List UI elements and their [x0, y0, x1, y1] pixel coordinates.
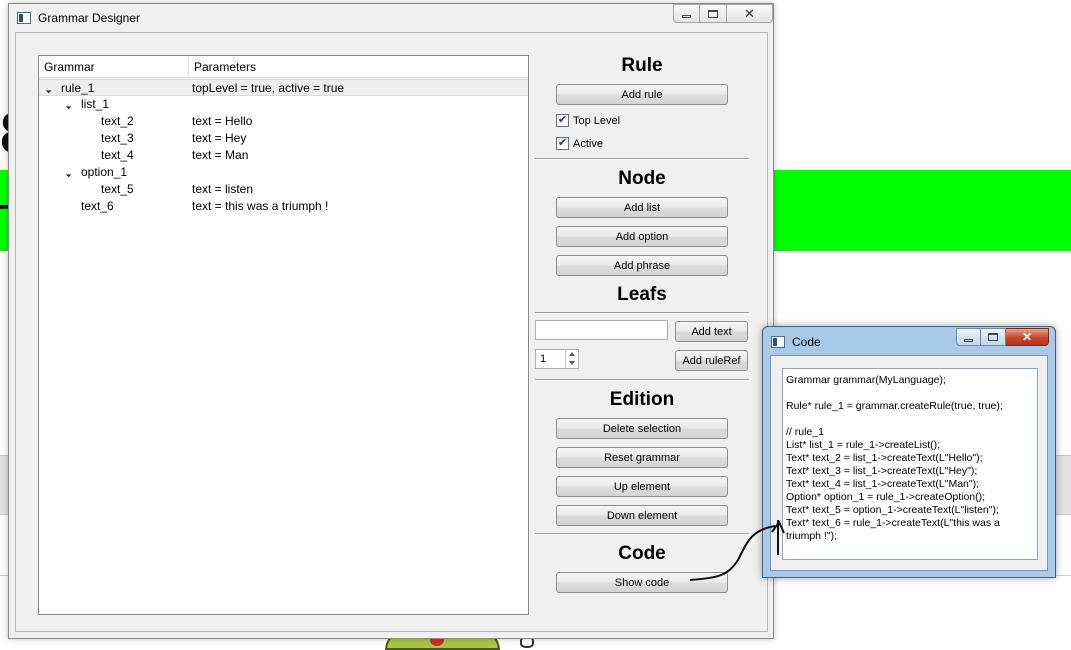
tree-row[interactable]: text_4 text = Man — [39, 147, 528, 164]
tree-node-name: option_1 — [81, 165, 128, 179]
separator — [535, 379, 749, 381]
spinbox-arrows — [565, 350, 578, 368]
expand-arrow-icon[interactable] — [65, 168, 75, 178]
caption-buttons: ✕ — [673, 4, 773, 24]
close-button[interactable]: ✕ — [727, 4, 773, 23]
separator — [535, 158, 749, 160]
close-icon: ✕ — [744, 5, 755, 21]
tree-header: Grammar Parameters — [39, 56, 528, 78]
up-element-button[interactable]: Up element — [556, 476, 728, 497]
section-title-node: Node — [618, 168, 666, 189]
down-element-button[interactable]: Down element — [556, 505, 728, 526]
show-code-button[interactable]: Show code — [556, 572, 728, 593]
maximize-icon — [708, 9, 718, 18]
add-text-button[interactable]: Add text — [675, 321, 748, 342]
app-icon — [17, 12, 31, 24]
section-title-rule: Rule — [621, 55, 663, 76]
code-window-title: Code — [792, 335, 821, 349]
window-title: Grammar Designer — [38, 11, 141, 25]
expand-arrow-icon[interactable] — [65, 100, 75, 110]
tree-row[interactable]: text_3 text = Hey — [39, 130, 528, 147]
spin-down-icon[interactable] — [569, 361, 575, 365]
code-minimize-button[interactable] — [956, 328, 981, 346]
text-input[interactable] — [535, 320, 668, 340]
maximize-button[interactable] — [700, 4, 727, 23]
title-bar[interactable]: Grammar Designer ✕ — [9, 4, 773, 32]
top-level-label: Top Level — [573, 115, 621, 127]
check-icon: ✔ — [557, 114, 568, 126]
tree-node-parameters: text = Hello — [192, 114, 253, 128]
code-window: Code ✕ Grammar grammar(MyLanguage); Rule… — [762, 326, 1056, 578]
add-phrase-button[interactable]: Add phrase — [556, 255, 728, 276]
active-label: Active — [573, 138, 603, 150]
column-header-parameters[interactable]: Parameters — [189, 56, 529, 78]
spin-up-icon[interactable] — [569, 352, 575, 356]
tree-node-name: text_6 — [81, 199, 114, 213]
reset-grammar-button[interactable]: Reset grammar — [556, 447, 728, 468]
grammar-designer-window: Grammar Designer ✕ Grammar Parameters ru… — [8, 3, 774, 639]
background-glyph-mark — [0, 205, 8, 209]
generated-code-textarea[interactable]: Grammar grammar(MyLanguage); Rule* rule_… — [782, 368, 1038, 560]
grammar-tree[interactable]: Grammar Parameters rule_1 topLevel = true… — [38, 55, 529, 615]
tree-node-name: rule_1 — [61, 81, 95, 95]
window-client-area: Grammar Parameters rule_1 topLevel = true… — [15, 32, 768, 632]
code-close-button[interactable]: ✕ — [1006, 328, 1049, 346]
maximize-icon — [988, 333, 998, 341]
add-option-button[interactable]: Add option — [556, 226, 728, 247]
code-client-area: Grammar grammar(MyLanguage); Rule* rule_… — [770, 355, 1048, 571]
minimize-icon — [964, 338, 973, 342]
tree-row[interactable]: text_2 text = Hello — [39, 113, 528, 130]
check-icon: ✔ — [557, 137, 568, 149]
tree-row[interactable]: text_6 text = this was a triumph ! — [39, 198, 528, 215]
tree-row[interactable]: option_1 — [39, 164, 528, 181]
minimize-button[interactable] — [673, 4, 700, 23]
add-list-button[interactable]: Add list — [556, 197, 728, 218]
section-title-leafs: Leafs — [617, 284, 667, 305]
column-header-grammar[interactable]: Grammar — [39, 56, 189, 78]
code-caption-buttons: ✕ — [956, 328, 1049, 346]
tree-row[interactable]: rule_1 topLevel = true, active = true — [39, 79, 528, 96]
active-checkbox[interactable]: ✔ — [556, 137, 569, 150]
tree-node-name: text_3 — [101, 131, 134, 145]
ruleref-spinbox[interactable]: 1 — [535, 349, 579, 369]
expand-arrow-icon[interactable] — [45, 84, 55, 94]
tree-node-parameters: text = this was a triumph ! — [192, 199, 329, 213]
section-title-edition: Edition — [609, 389, 675, 410]
tree-node-parameters: text = Hey — [192, 131, 247, 145]
code-maximize-button[interactable] — [981, 328, 1006, 346]
tree-node-parameters: text = listen — [192, 182, 254, 196]
app-icon — [771, 336, 785, 348]
code-title-bar[interactable]: Code ✕ — [763, 327, 1055, 355]
tree-node-name: list_1 — [81, 97, 110, 111]
separator — [535, 533, 749, 535]
section-title-code: Code — [618, 543, 666, 564]
tree-node-parameters: text = Man — [192, 148, 249, 162]
tree-node-name: text_5 — [101, 182, 134, 196]
tree-row[interactable]: text_5 text = listen — [39, 181, 528, 198]
separator — [535, 312, 749, 314]
tree-row[interactable]: list_1 — [39, 96, 528, 113]
close-icon: ✕ — [1021, 330, 1033, 344]
add-rule-button[interactable]: Add rule — [556, 84, 728, 105]
add-ruleref-button[interactable]: Add ruleRef — [675, 350, 748, 371]
tree-node-parameters: topLevel = true, active = true — [192, 81, 345, 95]
top-level-checkbox[interactable]: ✔ — [556, 114, 569, 127]
minimize-icon — [682, 15, 691, 18]
delete-selection-button[interactable]: Delete selection — [556, 418, 728, 439]
spinbox-value: 1 — [540, 353, 547, 365]
tree-node-name: text_2 — [101, 114, 134, 128]
tree-node-name: text_4 — [101, 148, 134, 162]
